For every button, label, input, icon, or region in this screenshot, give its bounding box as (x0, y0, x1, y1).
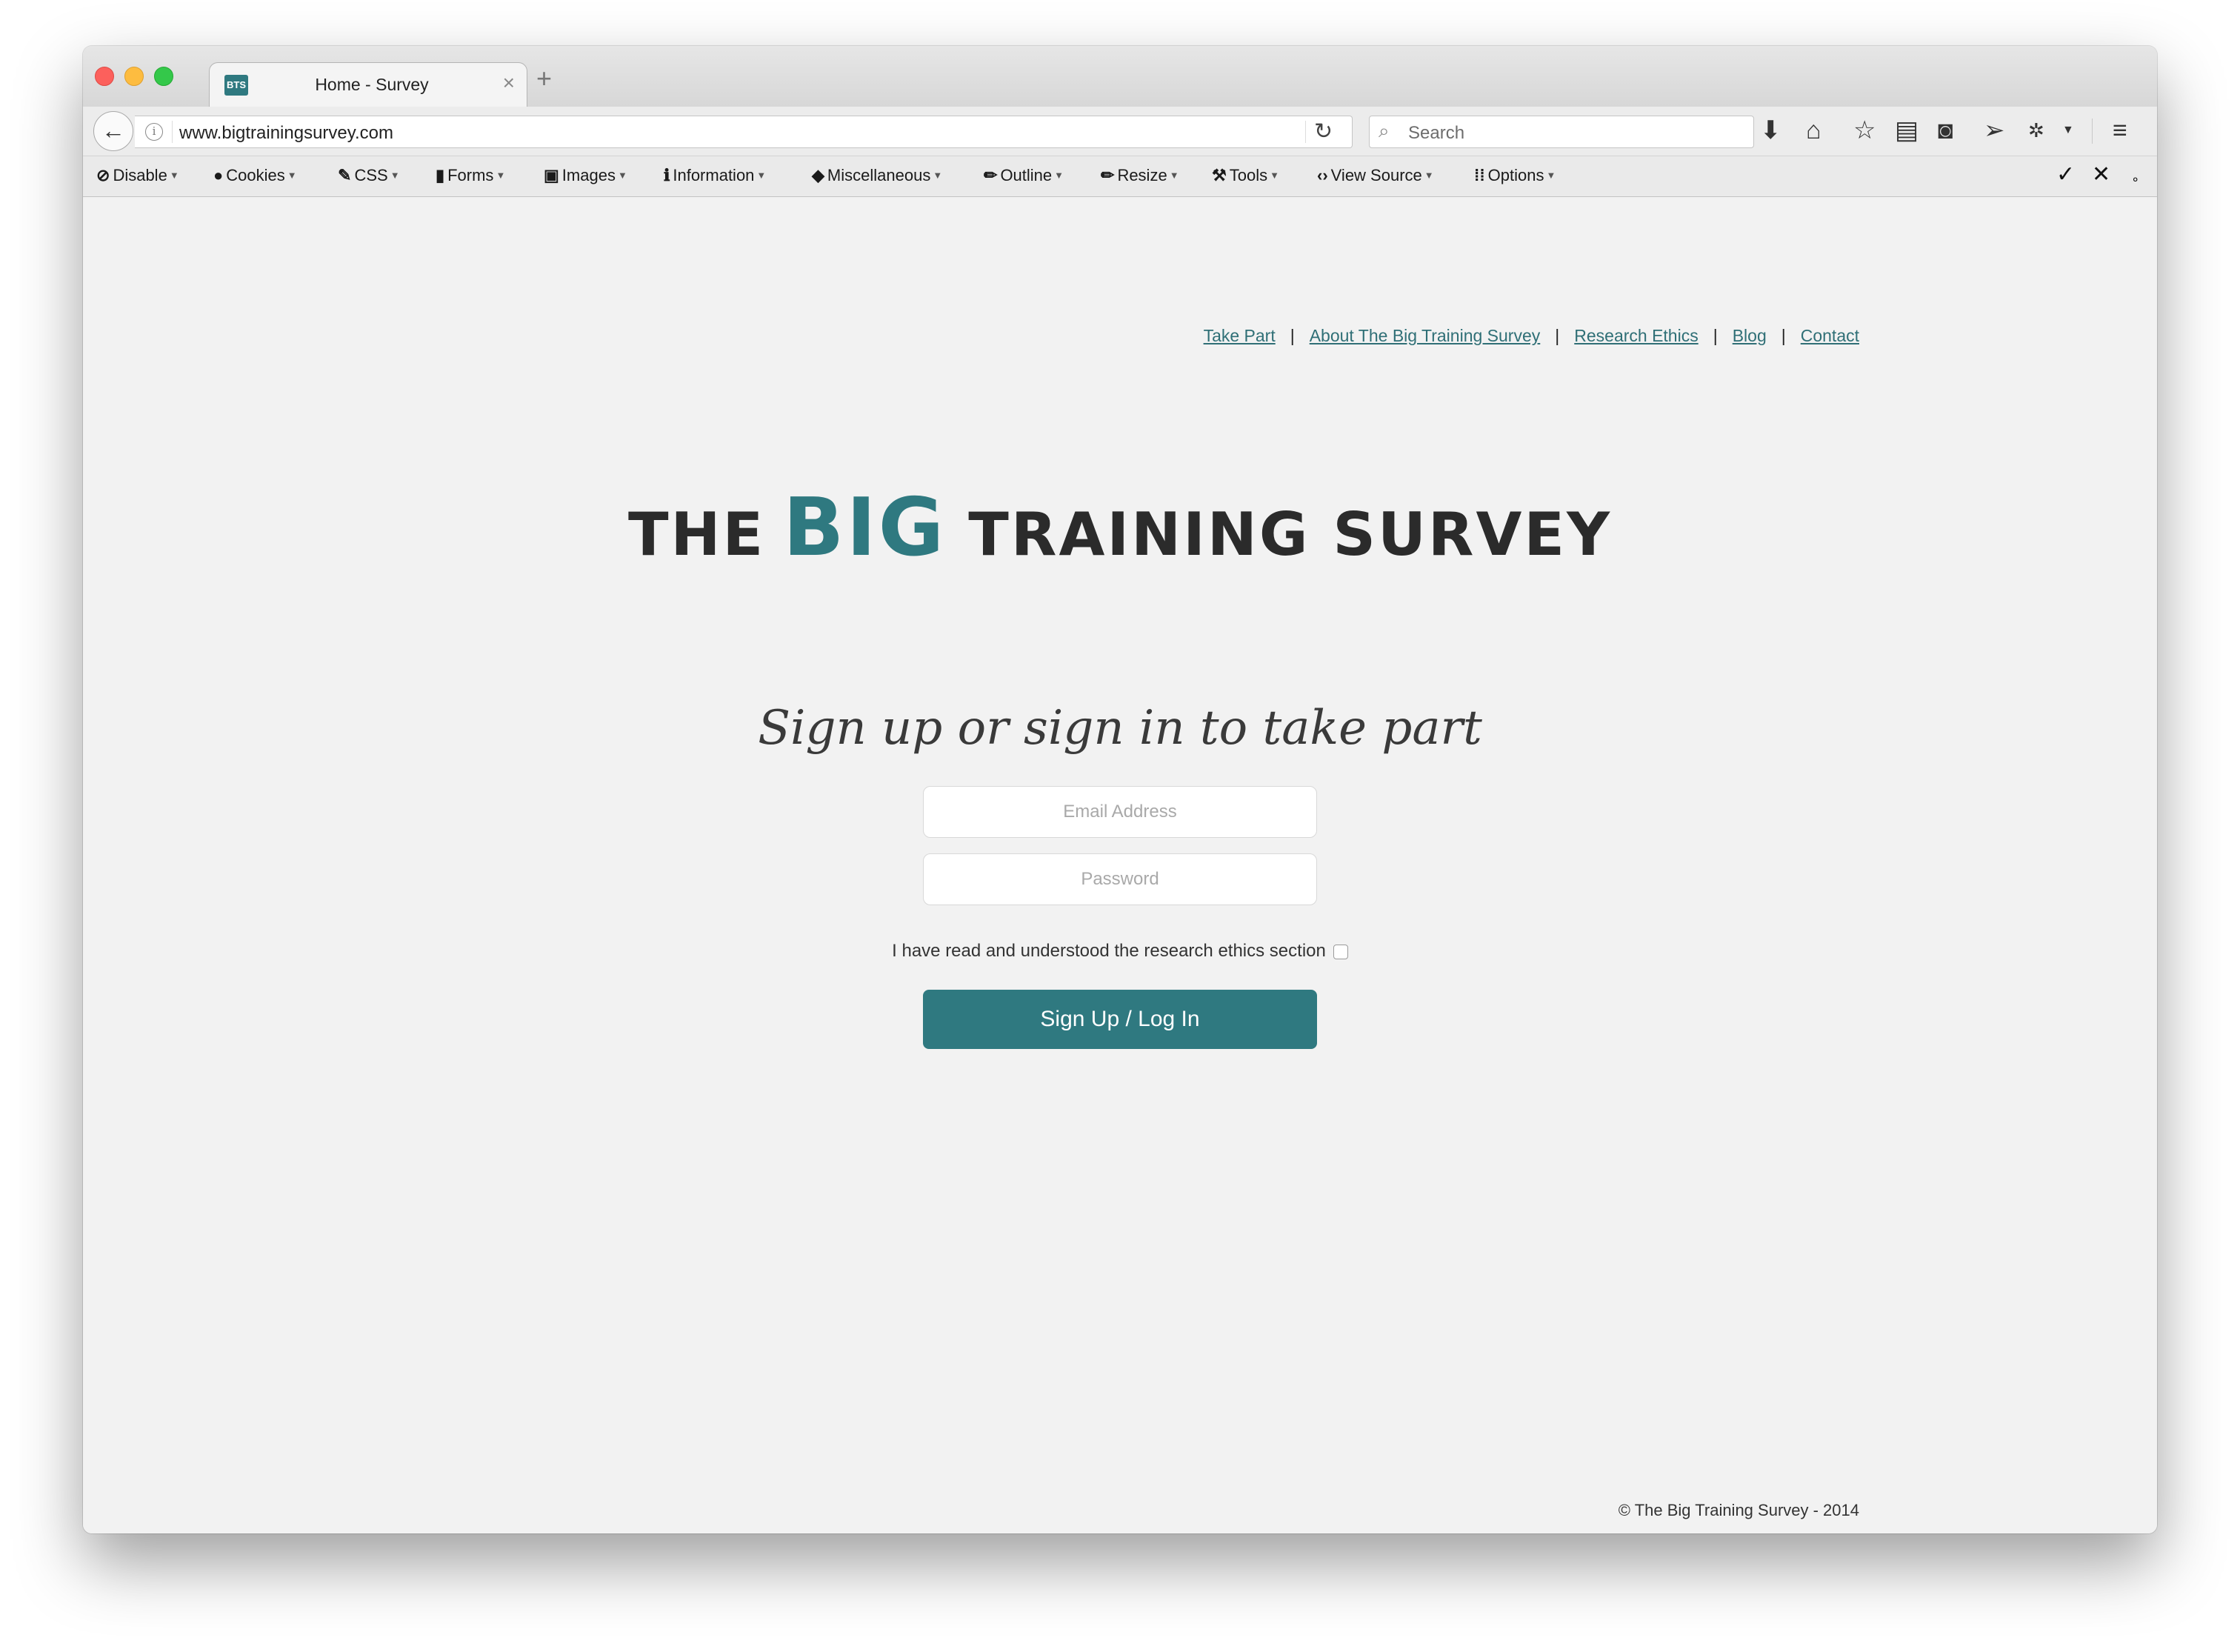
image-icon: ▣ (544, 166, 559, 184)
search-placeholder: Search (1408, 123, 1465, 143)
home-icon[interactable]: ⌂ (1806, 116, 1821, 145)
info-icon[interactable]: i (145, 123, 163, 141)
page-tagline: Sign up or sign in to take part (758, 701, 1482, 756)
devbar-images[interactable]: ▣ Images ▼ (544, 165, 627, 186)
resize-icon: ✏ (1101, 166, 1115, 184)
devbar-information[interactable]: ℹ Information ▼ (664, 165, 766, 186)
check-icon[interactable]: ✓ (2056, 162, 2075, 187)
devbar-tools[interactable]: ⚒ Tools ▼ (1212, 165, 1279, 186)
logo-word-training-survey: TRAINING SURVEY (968, 500, 1613, 569)
url-divider (172, 121, 173, 143)
devbar-disable[interactable]: ⊘ Disable ▼ (96, 165, 179, 186)
nav-link-about[interactable]: About The Big Training Survey (1310, 326, 1541, 345)
user-icon: ● (213, 166, 224, 184)
pencil-icon: ✏ (984, 166, 998, 184)
devbar-view-source[interactable]: ‹› View Source ▼ (1317, 165, 1434, 186)
search-icon: ⌕ (1379, 119, 1390, 141)
search-input[interactable]: ⌕ Search (1369, 116, 1754, 148)
nav-divider: | (1555, 326, 1560, 345)
chevron-down-icon[interactable]: ▼ (2062, 116, 2074, 145)
site-nav: Take Part | About The Big Training Survey |… (1204, 326, 1859, 346)
devbar-miscellaneous[interactable]: ◆ Miscellaneous ▼ (812, 165, 942, 186)
password-field[interactable] (923, 853, 1317, 905)
new-tab-button[interactable]: + (536, 65, 552, 92)
download-icon[interactable]: ⬇ (1760, 116, 1781, 145)
toolbar-grip-icon[interactable]: ⚬ (2130, 168, 2140, 193)
minimize-window-button[interactable] (124, 67, 144, 86)
wrench-icon: ⚒ (1212, 166, 1227, 184)
web-developer-toolbar: ⊘ Disable ▼ ● Cookies ▼ ✎ CSS ▼ ▮ Forms ▼ ▣ Image… (83, 156, 2157, 197)
reading-list-icon[interactable]: ▤ (1895, 116, 1919, 145)
devbar-forms[interactable]: ▮ Forms ▼ (436, 165, 505, 186)
navigation-bar: ← i www.bigtrainingsurvey.com ↻ ⌕ Search… (83, 107, 2157, 156)
ethics-label: I have read and understood the research … (892, 941, 1326, 961)
nav-link-take-part[interactable]: Take Part (1204, 326, 1276, 345)
devbar-outline[interactable]: ✏ Outline ▼ (984, 165, 1064, 186)
devbar-resize[interactable]: ✏ Resize ▼ (1101, 165, 1179, 186)
nav-link-blog[interactable]: Blog (1733, 326, 1767, 345)
tab-home-survey[interactable]: BTS Home - Survey × (209, 62, 527, 107)
url-bar[interactable]: i www.bigtrainingsurvey.com ↻ (135, 116, 1353, 148)
clipboard-icon: ▮ (436, 166, 445, 184)
logo-word-big: BIG (783, 482, 947, 574)
web-page: Take Part | About The Big Training Survey |… (83, 197, 2157, 1533)
nav-divider: | (1781, 326, 1786, 345)
close-window-button[interactable] (95, 67, 114, 86)
footer-copyright: © The Big Training Survey - 2014 (1618, 1501, 1859, 1519)
menu-icon[interactable]: ≡ (2113, 116, 2127, 145)
extension-icon[interactable]: ✲ (2028, 116, 2044, 145)
url-text[interactable]: www.bigtrainingsurvey.com (179, 123, 393, 144)
send-icon[interactable]: ➢ (1984, 116, 2005, 145)
close-toolbar-icon[interactable]: ✕ (2092, 162, 2110, 187)
bookmark-star-icon[interactable]: ☆ (1853, 116, 1876, 145)
site-logo: THE BIG TRAINING SURVEY (83, 482, 2157, 574)
wand-icon: ✎ (338, 166, 352, 184)
email-field[interactable] (923, 786, 1317, 838)
signup-login-button[interactable]: Sign Up / Log In (923, 990, 1317, 1049)
devbar-cookies[interactable]: ● Cookies ▼ (213, 165, 297, 186)
devbar-css[interactable]: ✎ CSS ▼ (338, 165, 400, 186)
toolbar-divider (2092, 119, 2093, 144)
devbar-options[interactable]: ⁞⁞ Options ▼ (1474, 165, 1556, 186)
nav-divider: | (1713, 326, 1718, 345)
tab-title: Home - Survey (315, 75, 429, 94)
code-icon: ‹› (1317, 166, 1328, 184)
maximize-window-button[interactable] (154, 67, 173, 86)
pocket-icon[interactable]: ◙ (1938, 116, 1953, 145)
logo-word-the: THE (627, 500, 766, 569)
ethics-checkbox[interactable] (1333, 945, 1348, 959)
nav-link-contact[interactable]: Contact (1801, 326, 1859, 345)
browser-window: BTS Home - Survey × + ← i www.bigtrainin… (83, 46, 2157, 1533)
favicon: BTS (224, 75, 248, 96)
reload-icon[interactable]: ↻ (1314, 119, 1333, 144)
sliders-icon: ⁞⁞ (1474, 166, 1485, 184)
nav-divider: | (1290, 326, 1295, 345)
tab-strip: BTS Home - Survey × + (83, 46, 2157, 107)
cube-icon: ◆ (812, 166, 824, 184)
disable-icon: ⊘ (96, 166, 110, 184)
close-icon[interactable]: × (503, 72, 515, 94)
back-button[interactable]: ← (93, 111, 133, 151)
reload-divider (1305, 121, 1306, 143)
ethics-consent: I have read and understood the research … (83, 941, 2157, 962)
nav-link-research-ethics[interactable]: Research Ethics (1574, 326, 1698, 345)
information-icon: ℹ (664, 166, 670, 184)
